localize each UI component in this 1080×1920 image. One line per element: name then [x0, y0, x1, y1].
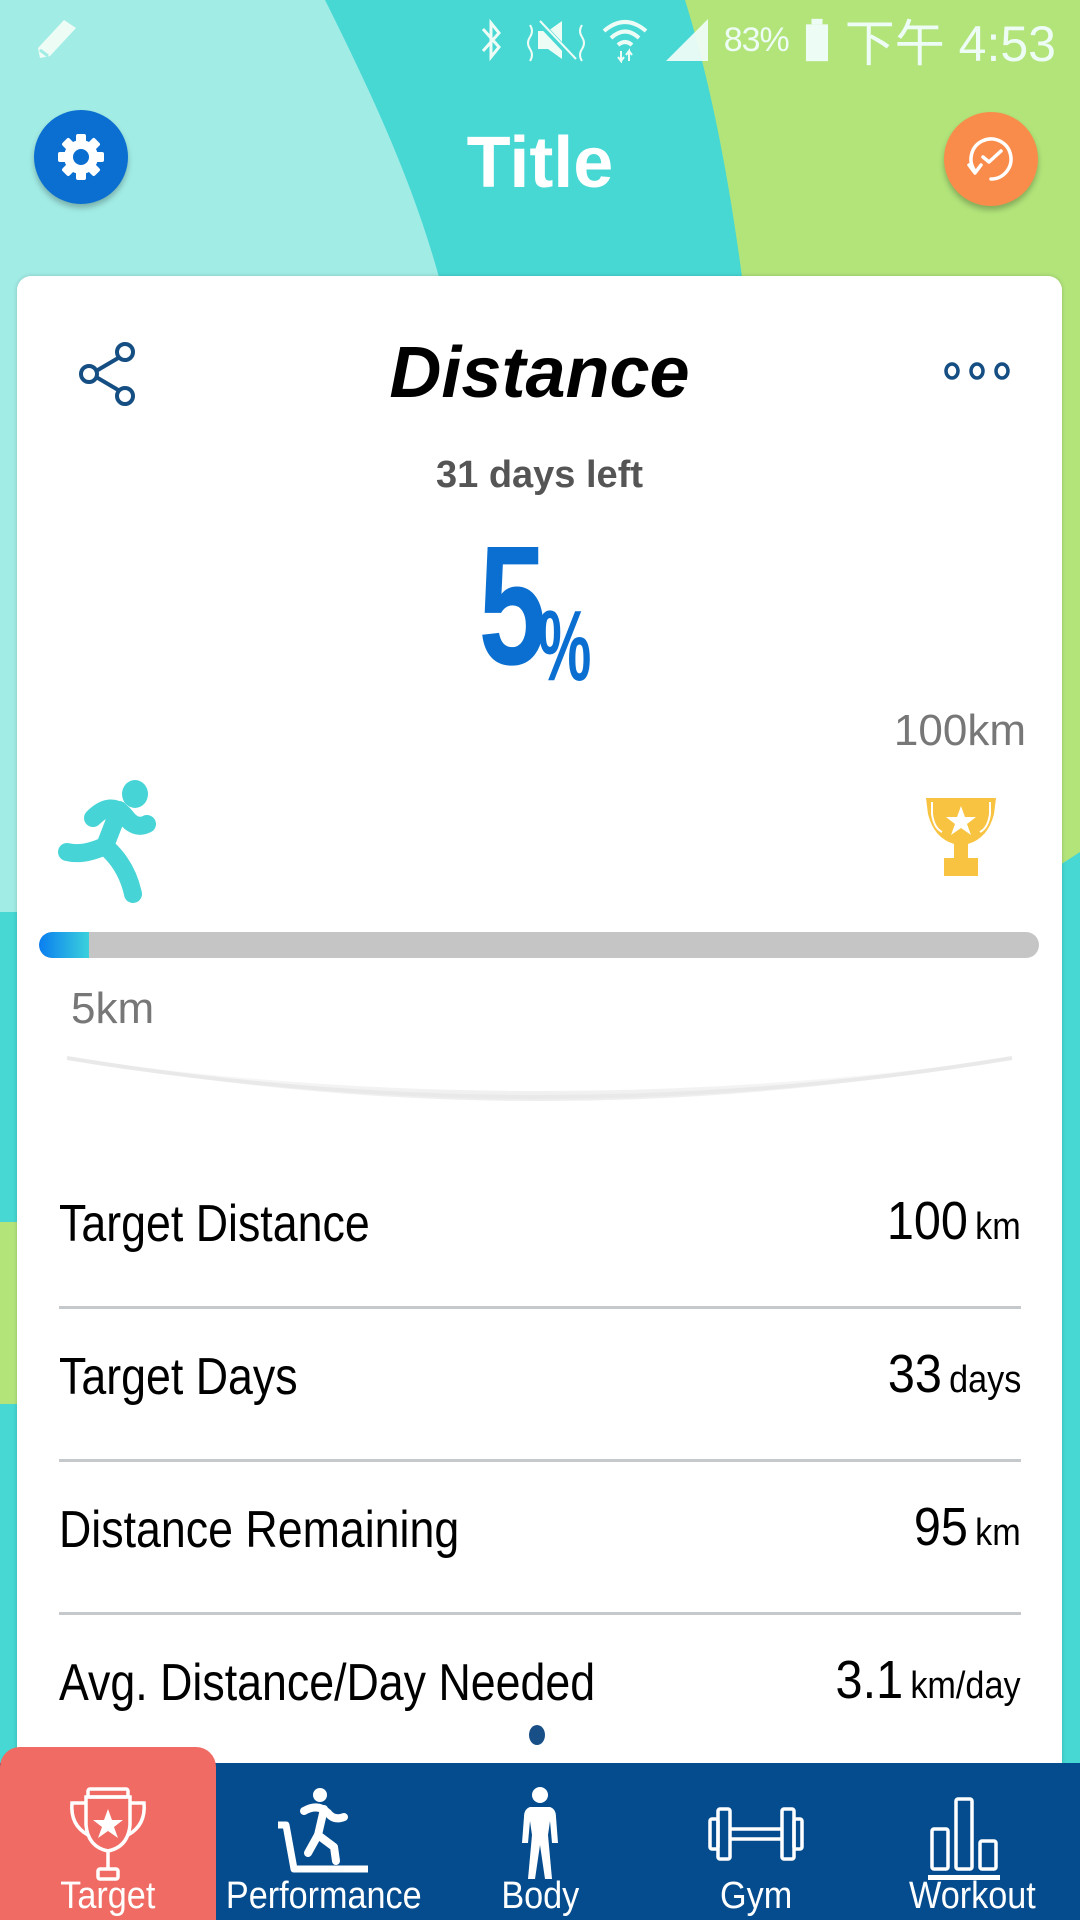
stat-number: 95	[914, 1497, 969, 1557]
dumbbell-icon	[708, 1807, 804, 1861]
tab-label: Gym	[719, 1875, 793, 1917]
bar-chart-icon	[928, 1797, 1000, 1880]
trophy-icon	[926, 798, 996, 876]
header: Title	[0, 100, 1080, 220]
card-title: Distance	[389, 333, 690, 413]
history-icon	[967, 137, 1013, 181]
battery-percent: 83%	[723, 20, 790, 59]
stat-label: Target Distance	[59, 1195, 370, 1253]
tab-label: Performance	[226, 1875, 422, 1917]
tab-label: Body	[501, 1875, 579, 1917]
bluetooth-icon	[481, 18, 501, 62]
stat-unit: km	[975, 1512, 1021, 1554]
stat-row: Distance Remaining 95 km	[59, 1462, 1021, 1615]
wifi-icon	[602, 20, 648, 63]
stat-row: Target Days 33 days	[59, 1309, 1021, 1462]
bottom-tab-bar: Target Performance Body Gym Workout	[0, 1747, 1080, 1920]
clock: 下午 4:53	[844, 16, 1056, 72]
tab-workout[interactable]: Workout	[864, 1763, 1080, 1920]
tab-label: Target	[60, 1875, 156, 1917]
trophy-icon	[70, 1787, 146, 1881]
stat-number: 3.1	[835, 1650, 904, 1710]
page-indicator-dot[interactable]	[529, 1725, 545, 1745]
progress-fill	[39, 932, 89, 958]
tab-label: Workout	[908, 1875, 1036, 1917]
stat-value: 95 km	[914, 1496, 1021, 1558]
more-options-icon[interactable]	[942, 356, 1012, 386]
treadmill-runner-icon	[278, 1788, 368, 1873]
runner-icon	[58, 780, 156, 903]
tab-target[interactable]: Target	[0, 1747, 216, 1920]
section-divider	[57, 1056, 1022, 1101]
stat-number: 33	[887, 1344, 942, 1404]
stat-value: 100 km	[887, 1190, 1021, 1252]
history-button[interactable]	[944, 112, 1038, 206]
battery-icon	[805, 18, 828, 62]
days-left: 31 days left	[436, 454, 643, 496]
stat-unit: km/day	[910, 1665, 1021, 1707]
vibrate-mute-icon	[526, 18, 585, 62]
tab-body[interactable]: Body	[432, 1763, 648, 1920]
distance-card: Distance 31 days left 5% 100km 5km Targe…	[17, 276, 1062, 1776]
progress-percent: 5%	[17, 508, 1062, 704]
tab-performance[interactable]: Performance	[216, 1763, 432, 1920]
stat-label: Distance Remaining	[59, 1501, 460, 1559]
stat-row: Target Distance 100 km	[59, 1156, 1021, 1309]
percent-sign: %	[538, 590, 592, 702]
stat-row: Avg. Distance/Day Needed 3.1 km/day	[59, 1615, 1021, 1768]
tab-gym[interactable]: Gym	[648, 1763, 864, 1920]
pencil-icon	[38, 20, 76, 58]
signal-icon	[665, 19, 708, 61]
page-title: Title	[466, 123, 614, 203]
stat-label: Avg. Distance/Day Needed	[59, 1654, 596, 1712]
body-icon	[522, 1787, 558, 1879]
stat-value: 3.1 km/day	[836, 1649, 1021, 1711]
stat-unit: km	[975, 1206, 1021, 1248]
percent-value: 5	[478, 511, 547, 701]
stat-number: 100	[887, 1191, 969, 1251]
status-bar: 83% 下午 4:53	[0, 0, 1080, 80]
stat-unit: days	[948, 1359, 1021, 1401]
current-distance-label: 5km	[71, 984, 155, 1033]
stat-label: Target Days	[59, 1348, 298, 1406]
stat-value: 33 days	[887, 1343, 1021, 1405]
distance-progress-bar	[39, 932, 1039, 958]
goal-distance-label: 100km	[893, 706, 1026, 755]
stats-list: Target Distance 100 km Target Days 33 days…	[59, 1156, 1021, 1768]
